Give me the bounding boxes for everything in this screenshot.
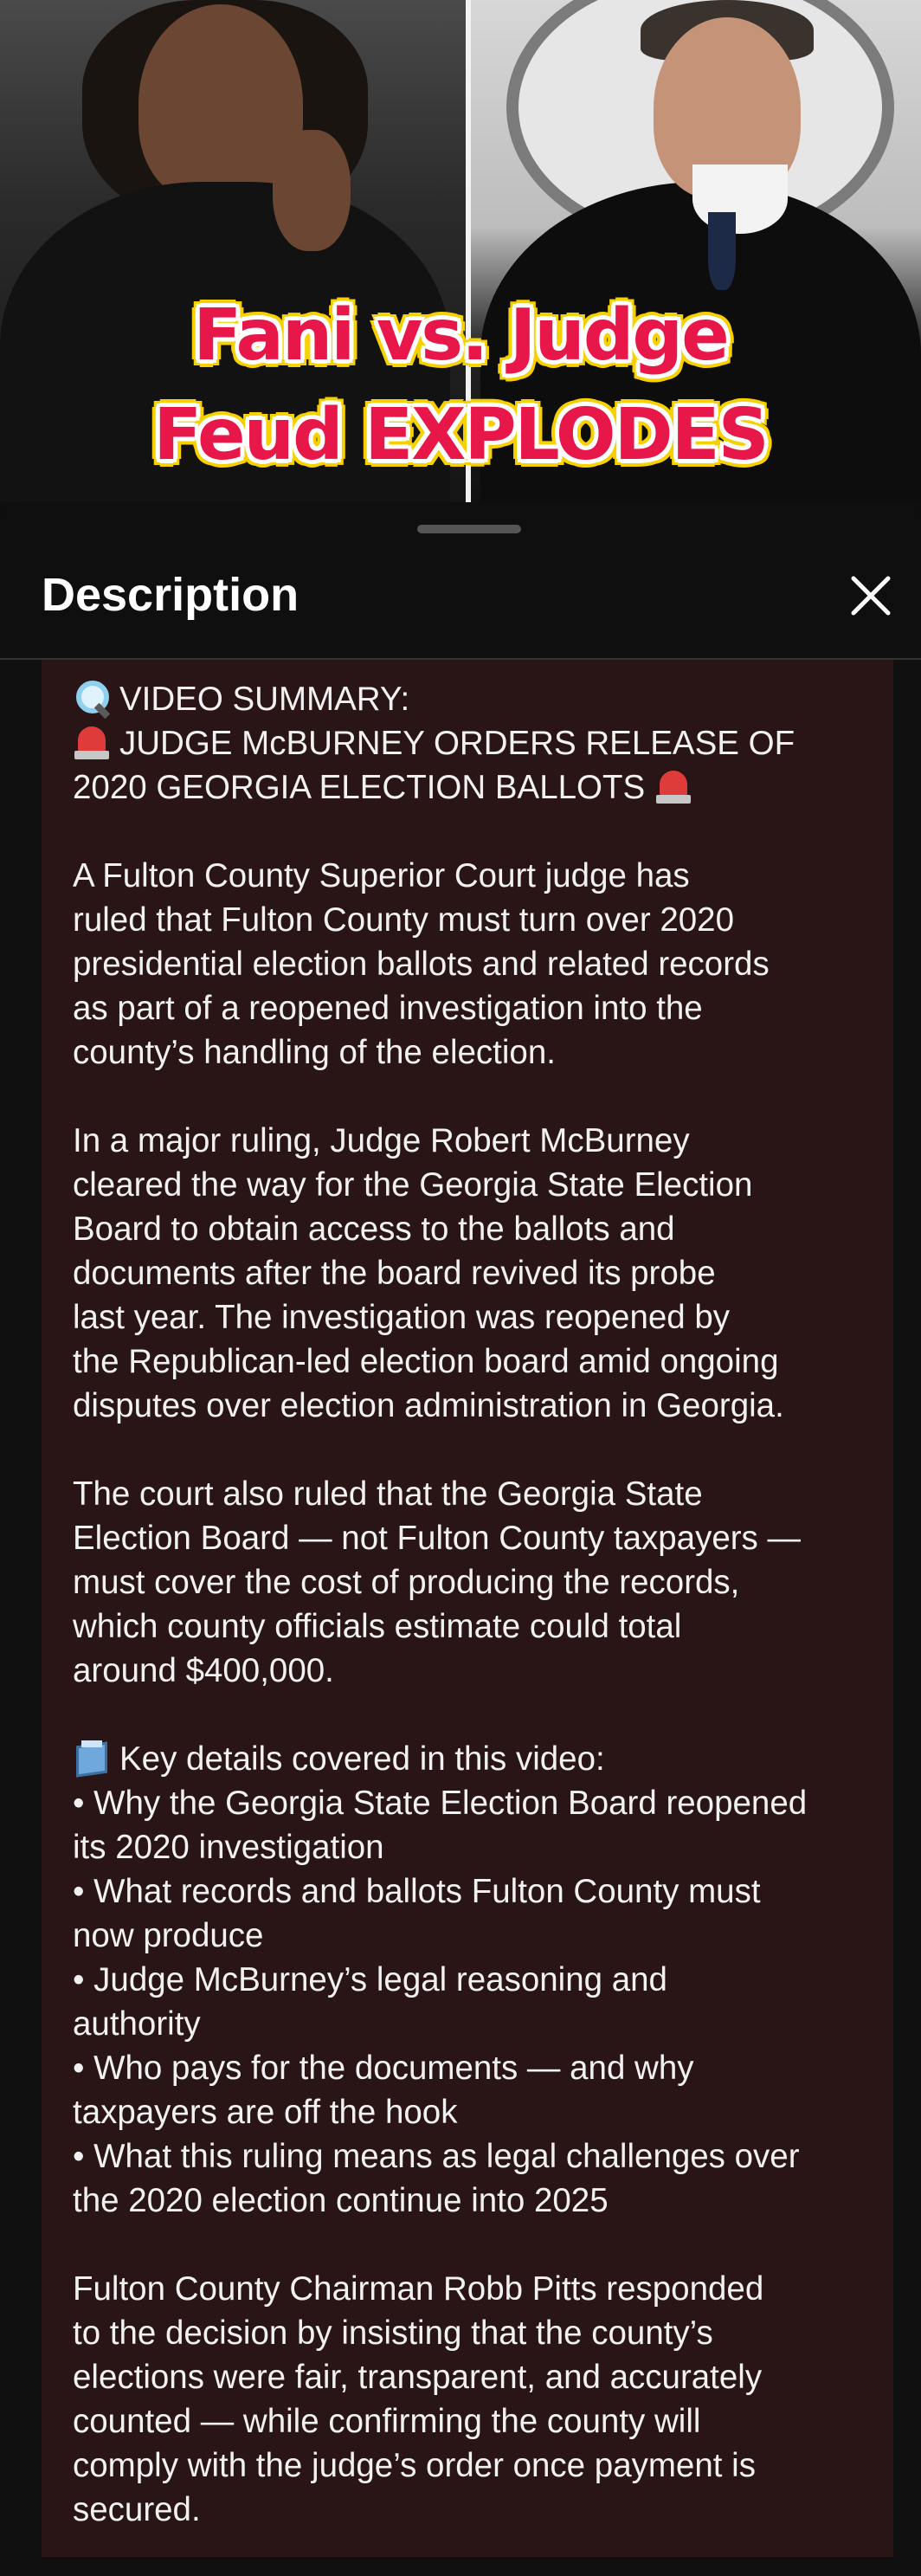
text-line: last year. The investigation was reopene… [73,1299,731,1336]
thumbnail-title-line2: Feud EXPLODES [153,394,769,476]
text-line: elections were fair, transparent, and ac… [73,2359,763,2396]
text-line: ruled that Fulton County must turn over … [73,901,735,939]
description-sheet: Description VIDEO SUMMARY: JUDGE McBURNE… [0,502,921,2557]
bullet-line: its 2020 investigation [73,1829,384,1866]
text-line: the Republican-led election board amid o… [73,1343,779,1380]
headline-line2: 2020 GEORGIA ELECTION BALLOTS [73,769,646,806]
bullet-line: • Judge McBurney’s legal reasoning and [73,1961,667,1998]
person-left-hand [273,130,351,251]
text-line: In a major ruling, Judge Robert McBurney [73,1122,690,1159]
sheet-title: Description [42,569,299,621]
text-line: must cover the cost of producing the rec… [73,1564,740,1601]
text-line: documents after the board revived its pr… [73,1255,716,1292]
key-details-header: Key details covered in this video: [119,1740,605,1778]
close-button[interactable] [843,568,898,623]
summary-header: VIDEO SUMMARY: [119,681,410,718]
text-line: cleared the way for the Georgia State El… [73,1166,753,1204]
paragraph-4: Fulton County Chairman Robb Pitts respon… [73,2267,878,2532]
text-line: county’s handling of the election. [73,1034,556,1071]
text-line: secured. [73,2491,201,2528]
person-right-collar [692,165,788,234]
description-text: VIDEO SUMMARY: JUDGE McBURNEY ORDERS REL… [73,677,878,2576]
text-line: Fulton County Chairman Robb Pitts respon… [73,2270,764,2308]
magnifying-glass-icon [73,679,111,717]
text-line: to the decision by insisting that the co… [73,2315,713,2352]
siren-icon [654,767,692,805]
paragraph-1: A Fulton County Superior Court judge has… [73,854,878,1075]
bullet-line: • What records and ballots Fulton County… [73,1873,761,1910]
bullet-line: • Who pays for the documents — and why [73,2050,694,2087]
description-panel: VIDEO SUMMARY: JUDGE McBURNEY ORDERS REL… [42,660,893,2557]
text-line: around $400,000. [73,1652,334,1689]
text-line: The court also ruled that the Georgia St… [73,1475,703,1513]
video-thumbnail[interactable]: Fani vs. Judge Feud EXPLODES [0,0,921,502]
drag-handle[interactable] [417,525,521,533]
bullet-line: taxpayers are off the hook [73,2094,458,2131]
text-line: A Fulton County Superior Court judge has [73,857,690,894]
text-line: counted — while confirming the county wi… [73,2403,701,2440]
bullet-line: • Why the Georgia State Election Board r… [73,1785,808,1822]
text-line: Election Board — not Fulton County taxpa… [73,1520,802,1557]
text-line: comply with the judge’s order once payme… [73,2447,756,2484]
siren-icon [73,723,111,761]
key-details: Key details covered in this video: • Why… [73,1737,878,2223]
close-icon [851,576,891,616]
bullet-line: • What this ruling means as legal challe… [73,2138,800,2175]
ballot-box-icon [73,1739,111,1777]
headline-line1: JUDGE McBURNEY ORDERS RELEASE OF [119,725,795,762]
text-line: disputes over election administration in… [73,1387,784,1424]
paragraph-3: The court also ruled that the Georgia St… [73,1472,878,1693]
person-right-tie [708,212,736,290]
text-line: Board to obtain access to the ballots an… [73,1211,675,1248]
bullet-line: now produce [73,1917,264,1954]
bullet-line: the 2020 election continue into 2025 [73,2182,609,2219]
text-line: as part of a reopened investigation into… [73,990,703,1027]
bullet-line: authority [73,2005,201,2043]
text-line: presidential election ballots and relate… [73,946,770,983]
thumbnail-title-line1: Fani vs. Judge [193,294,729,377]
paragraph-2: In a major ruling, Judge Robert McBurney… [73,1119,878,1428]
text-line: which county officials estimate could to… [73,1608,682,1645]
